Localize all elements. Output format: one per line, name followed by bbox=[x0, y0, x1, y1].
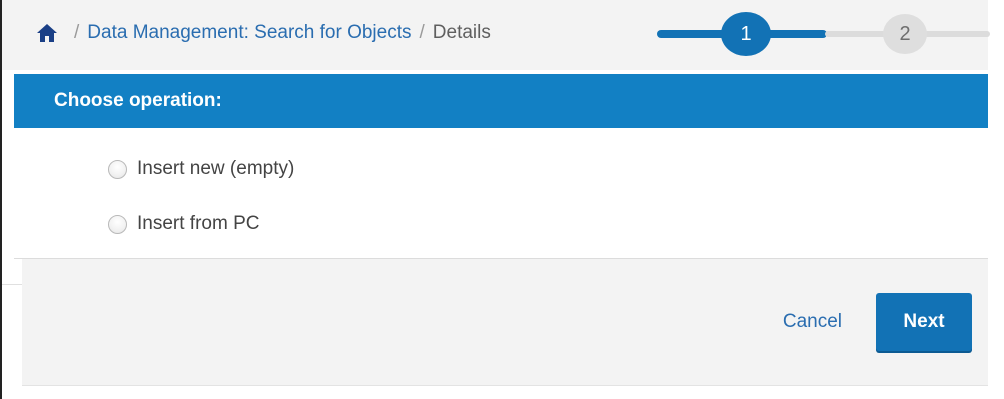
next-button[interactable]: Next bbox=[876, 293, 972, 351]
breadcrumb-separator: / bbox=[419, 22, 425, 43]
breadcrumb: / Data Management: Search for Objects / … bbox=[36, 18, 491, 48]
page: / Data Management: Search for Objects / … bbox=[0, 0, 1004, 399]
panel-title: Choose operation: bbox=[54, 90, 222, 111]
dialog-footer: Cancel Next bbox=[22, 259, 988, 386]
breadcrumb-current: Details bbox=[432, 22, 491, 43]
option-label: Insert new (empty) bbox=[137, 158, 295, 179]
wizard-progress: 1 2 bbox=[657, 12, 992, 56]
option-insert-new[interactable]: Insert new (empty) bbox=[108, 158, 294, 180]
radio-insert-new[interactable] bbox=[108, 159, 127, 179]
panel-header: Choose operation: bbox=[14, 74, 988, 128]
cancel-button[interactable]: Cancel bbox=[783, 311, 842, 333]
home-icon[interactable] bbox=[36, 22, 58, 44]
option-label: Insert from PC bbox=[137, 213, 260, 234]
operation-options: Insert new (empty) Insert from PC bbox=[14, 128, 988, 258]
wizard-step-1: 1 bbox=[721, 12, 771, 56]
option-insert-from-pc[interactable]: Insert from PC bbox=[108, 213, 259, 235]
breadcrumb-link-search[interactable]: Data Management: Search for Objects bbox=[87, 22, 411, 44]
divider bbox=[2, 284, 22, 285]
breadcrumb-bar: / Data Management: Search for Objects / … bbox=[2, 0, 990, 70]
breadcrumb-separator: / bbox=[74, 22, 80, 43]
radio-insert-from-pc[interactable] bbox=[108, 214, 127, 234]
wizard-step-2: 2 bbox=[883, 14, 927, 54]
